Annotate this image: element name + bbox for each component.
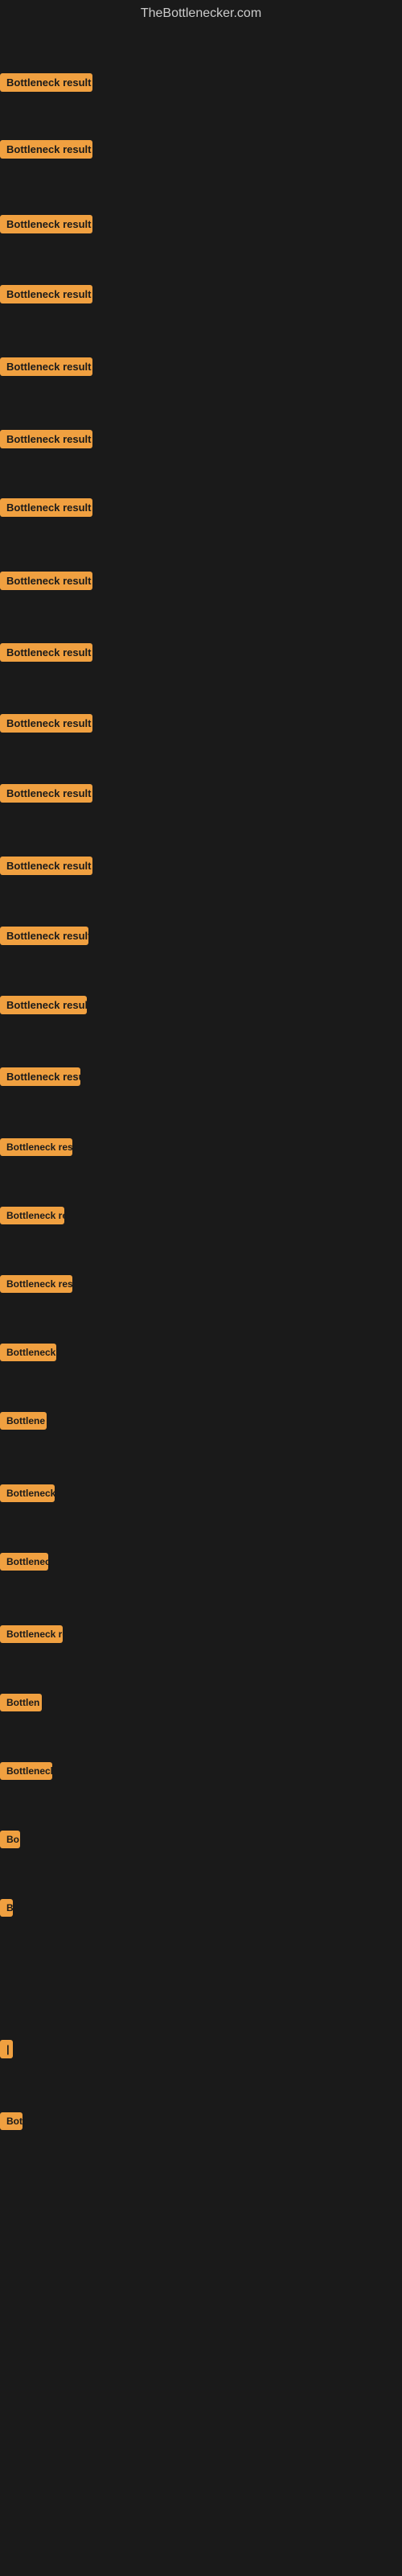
bottleneck-label: Bottleneck result xyxy=(0,215,92,233)
bottleneck-label: Bottlenec xyxy=(0,1553,48,1571)
bottleneck-label: | xyxy=(0,2040,13,2058)
bottleneck-result-item: Bottleneck result xyxy=(0,714,92,737)
bottleneck-result-item: Bottleneck re xyxy=(0,1625,63,1647)
bottleneck-result-item: Bottleneck result xyxy=(0,498,92,521)
site-title: TheBottlenecker.com xyxy=(0,0,402,27)
bottleneck-label: Bottleneck result xyxy=(0,643,92,662)
bottleneck-label: Bottleneck result xyxy=(0,73,92,92)
bottleneck-label: Bottleneck result xyxy=(0,714,92,733)
bottleneck-label: Bottleneck result xyxy=(0,927,88,945)
bottleneck-label: Bottleneck re xyxy=(0,1207,64,1224)
bottleneck-result-item: Bottleneck xyxy=(0,1762,52,1784)
bottleneck-result-item: Bottleneck result xyxy=(0,357,92,380)
bottleneck-label: Bottleneck xyxy=(0,1762,52,1780)
bottleneck-result-item: Bottleneck result xyxy=(0,572,92,594)
bottleneck-label: Bottleneck result xyxy=(0,784,92,803)
bottleneck-label: Bottleneck re xyxy=(0,1625,63,1643)
bottleneck-result-item: Bottleneck xyxy=(0,1484,55,1506)
bottleneck-label: Bottleneck xyxy=(0,1344,56,1361)
bottleneck-result-item: Bottleneck result xyxy=(0,996,87,1018)
bottleneck-label: Bo xyxy=(0,1831,20,1848)
bottleneck-result-item: Bottleneck result xyxy=(0,784,92,807)
bottleneck-result-item: Bottleneck result xyxy=(0,1138,72,1160)
bottleneck-label: Bottleneck result xyxy=(0,285,92,303)
bottleneck-result-item: Bottlen xyxy=(0,1694,42,1715)
bottleneck-label: Bottleneck result xyxy=(0,1067,80,1086)
bottleneck-label: Bottlen xyxy=(0,1694,42,1711)
bottleneck-label: B xyxy=(0,1899,13,1917)
bottleneck-result-item: Bottleneck result xyxy=(0,215,92,237)
bottleneck-result-item: Bottleneck result xyxy=(0,857,92,879)
bottleneck-result-item: Bottleneck result xyxy=(0,1067,80,1090)
bottleneck-result-item: Bottleneck resul xyxy=(0,1275,72,1297)
bottleneck-label: Bottleneck resul xyxy=(0,1275,72,1293)
bottleneck-result-item: Bottleneck result xyxy=(0,140,92,163)
bottleneck-result-item: Bottleneck result xyxy=(0,430,92,452)
bottleneck-result-item: Bottleneck result xyxy=(0,927,88,949)
bottleneck-label: Bottleneck result xyxy=(0,996,87,1014)
bottleneck-result-item: Bottlene xyxy=(0,1412,47,1434)
bottleneck-result-item: Bottleneck result xyxy=(0,285,92,308)
bottleneck-result-item: B xyxy=(0,1899,13,1921)
bottleneck-result-item: Bottleneck result xyxy=(0,73,92,96)
bottleneck-label: Bottleneck xyxy=(0,1484,55,1502)
bottleneck-label: Bot xyxy=(0,2112,23,2130)
bottleneck-label: Bottleneck result xyxy=(0,572,92,590)
bottleneck-result-item: Bottleneck re xyxy=(0,1207,64,1228)
bottleneck-label: Bottleneck result xyxy=(0,140,92,159)
bottleneck-result-item: Bo xyxy=(0,1831,20,1852)
bottleneck-label: Bottleneck result xyxy=(0,498,92,517)
bottleneck-label: Bottlene xyxy=(0,1412,47,1430)
bottleneck-result-item: Bottleneck result xyxy=(0,643,92,666)
bottleneck-result-item: Bottleneck xyxy=(0,1344,56,1365)
bottleneck-result-item: Bot xyxy=(0,2112,23,2134)
bottleneck-label: Bottleneck result xyxy=(0,430,92,448)
bottleneck-result-item: Bottlenec xyxy=(0,1553,48,1575)
bottleneck-label: Bottleneck result xyxy=(0,1138,72,1156)
bottleneck-label: Bottleneck result xyxy=(0,357,92,376)
bottleneck-label: Bottleneck result xyxy=(0,857,92,875)
bottleneck-result-item: | xyxy=(0,2040,13,2062)
